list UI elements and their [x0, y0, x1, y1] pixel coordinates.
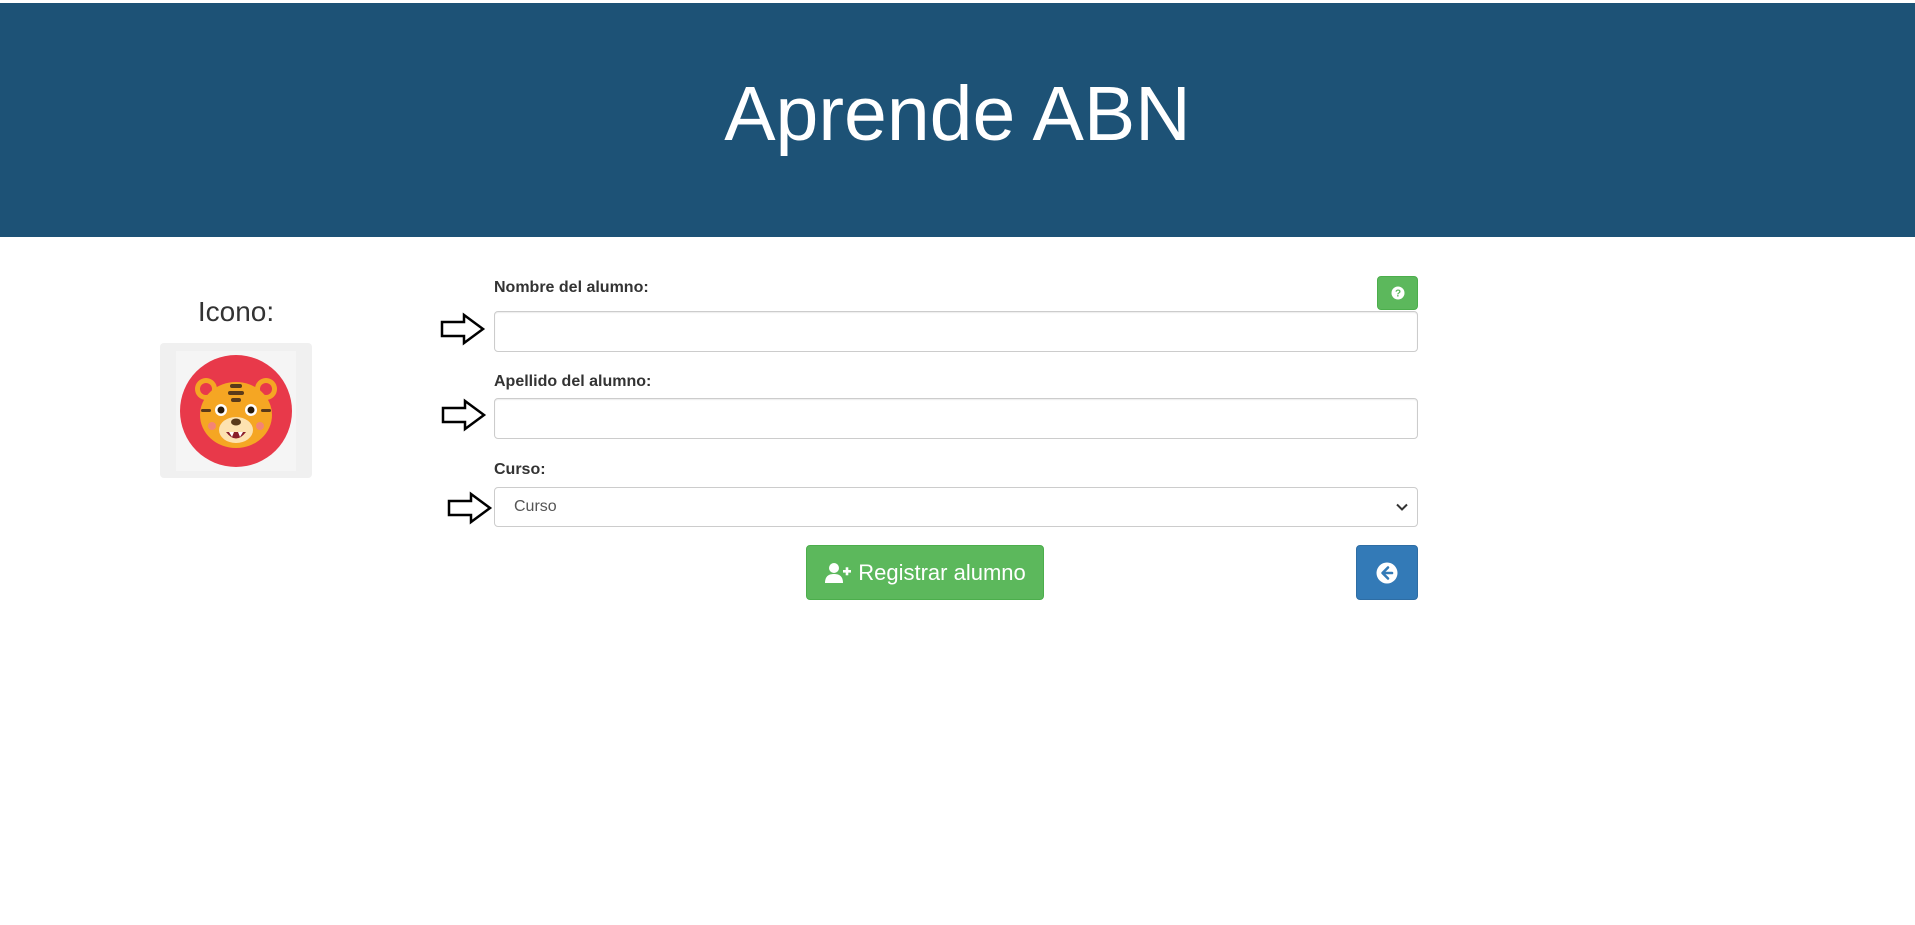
apellido-label: Apellido del alumno:	[494, 373, 652, 390]
app-header: Aprende ABN	[0, 3, 1915, 237]
chevron-down-icon	[1396, 503, 1408, 511]
icon-label: Icono:	[197, 296, 275, 327]
tiger-face-icon	[176, 351, 296, 471]
svg-text:?: ?	[1394, 289, 1400, 300]
back-button[interactable]	[1356, 545, 1418, 600]
curso-selected-value: Curso	[514, 498, 557, 515]
right-arrow-outline-icon	[440, 312, 486, 346]
avatar-frame[interactable]	[160, 343, 312, 478]
right-arrow-outline-icon	[441, 398, 487, 432]
right-arrow-outline-icon	[447, 491, 493, 525]
help-button[interactable]: ?	[1377, 276, 1418, 310]
arrow-circle-left-icon	[1376, 562, 1398, 583]
register-student-button[interactable]: Registrar alumno	[806, 545, 1044, 600]
nombre-input[interactable]	[494, 311, 1418, 352]
apellido-input[interactable]	[494, 398, 1418, 439]
curso-select[interactable]: Curso	[494, 487, 1418, 527]
nombre-label: Nombre del alumno:	[494, 279, 649, 296]
app-title: Aprende ABN	[724, 70, 1191, 157]
question-circle-icon: ?	[1391, 286, 1404, 300]
user-plus-icon	[825, 562, 852, 583]
curso-label: Curso:	[494, 461, 546, 478]
register-student-label: Registrar alumno	[858, 559, 1026, 585]
